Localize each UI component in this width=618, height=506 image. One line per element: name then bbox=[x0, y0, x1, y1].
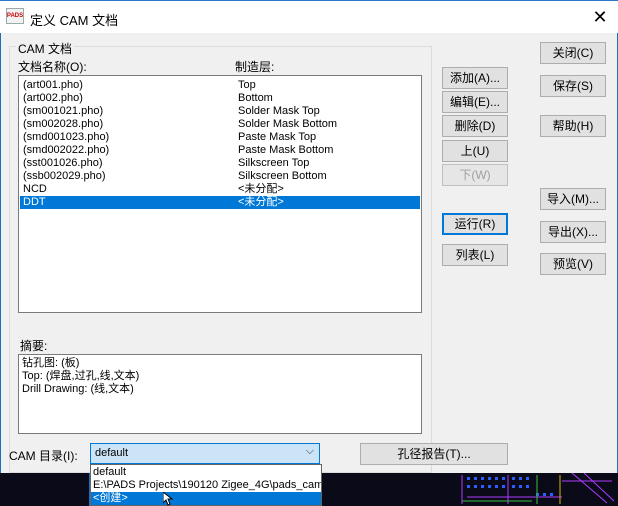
document-name: (smd002022.pho) bbox=[23, 144, 110, 156]
document-layer: Paste Mask Bottom bbox=[238, 144, 334, 156]
document-name-header: 文档名称(O): bbox=[18, 60, 87, 74]
document-layer: Solder Mask Bottom bbox=[238, 118, 338, 130]
list-item[interactable]: (sm002028.pho) Solder Mask Bottom bbox=[20, 118, 420, 131]
document-name: (smd001023.pho) bbox=[23, 131, 110, 143]
pcb-canvas-background bbox=[0, 473, 89, 506]
list-button[interactable]: 列表(L) bbox=[442, 244, 508, 266]
cam-directory-value: default bbox=[95, 447, 129, 459]
summary-label: 摘要: bbox=[20, 339, 48, 353]
document-name: (sst001026.pho) bbox=[23, 157, 103, 169]
document-name: (sm001021.pho) bbox=[23, 105, 104, 117]
cam-directory-select[interactable]: default ⌵ bbox=[90, 443, 320, 464]
document-layer: Bottom bbox=[238, 92, 273, 104]
drill-report-button[interactable]: 孔径报告(T)... bbox=[360, 443, 508, 465]
cam-documents-list[interactable]: (art001.pho) Top (art002.pho) Bottom (sm… bbox=[18, 75, 422, 313]
pcb-traces-graphic bbox=[322, 473, 618, 506]
pads-logo: PADS bbox=[6, 13, 24, 19]
chevron-down-icon[interactable]: ⌵ bbox=[306, 445, 314, 458]
close-icon[interactable]: ✕ bbox=[590, 7, 610, 27]
dropdown-option-highlighted[interactable]: <创建> bbox=[91, 492, 321, 505]
document-name: (sm002028.pho) bbox=[23, 118, 104, 130]
pads-app-icon: PADS bbox=[6, 8, 24, 24]
cam-documents-group-label: CAM 文档 bbox=[16, 40, 75, 57]
run-button[interactable]: 运行(R) bbox=[442, 213, 508, 235]
dialog-client-area: CAM 文档 文档名称(O): 制造层: (art001.pho) Top (a… bbox=[1, 33, 617, 473]
cam-directory-dropdown-list[interactable]: default E:\PADS Projects\190120 Zigee_4G… bbox=[90, 464, 322, 506]
summary-line: 钻孔图: (板) bbox=[22, 357, 80, 369]
document-layer: Top bbox=[238, 79, 256, 91]
export-button[interactable]: 导出(X)... bbox=[540, 221, 606, 243]
dropdown-option[interactable]: default bbox=[91, 466, 321, 479]
delete-button[interactable]: 删除(D) bbox=[442, 115, 508, 137]
edit-button[interactable]: 编辑(E)... bbox=[442, 91, 508, 113]
add-button[interactable]: 添加(A)... bbox=[442, 67, 508, 89]
document-layer: <未分配> bbox=[238, 183, 284, 195]
mouse-pointer-icon bbox=[163, 492, 174, 506]
import-button[interactable]: 导入(M)... bbox=[540, 188, 606, 210]
cam-directory-label: CAM 目录(I): bbox=[9, 449, 78, 463]
layer-header: 制造层: bbox=[235, 60, 275, 74]
document-name: DDT bbox=[23, 196, 46, 208]
list-item[interactable]: (art002.pho) Bottom bbox=[20, 92, 420, 105]
list-item-selected[interactable]: DDT <未分配> bbox=[20, 196, 420, 209]
list-item[interactable]: NCD <未分配> bbox=[20, 183, 420, 196]
document-name: (art001.pho) bbox=[23, 79, 83, 91]
move-up-button[interactable]: 上(U) bbox=[442, 140, 508, 162]
document-name: (art002.pho) bbox=[23, 92, 83, 104]
preview-button[interactable]: 预览(V) bbox=[540, 253, 606, 275]
pcb-canvas-background-right bbox=[322, 473, 618, 506]
document-name: (ssb002029.pho) bbox=[23, 170, 106, 182]
list-item[interactable]: (ssb002029.pho) Silkscreen Bottom bbox=[20, 170, 420, 183]
help-button[interactable]: 帮助(H) bbox=[540, 115, 606, 137]
document-layer: Silkscreen Bottom bbox=[238, 170, 327, 182]
dropdown-option[interactable]: E:\PADS Projects\190120 Zigee_4G\pads_ca… bbox=[91, 479, 321, 492]
summary-line: Drill Drawing: (线,文本) bbox=[22, 383, 134, 395]
list-item[interactable]: (sm001021.pho) Solder Mask Top bbox=[20, 105, 420, 118]
cam-dialog-window: PADS 定义 CAM 文档 ✕ CAM 文档 文档名称(O): 制造层: (a… bbox=[0, 0, 618, 506]
list-item[interactable]: (art001.pho) Top bbox=[20, 79, 420, 92]
close-button[interactable]: 关闭(C) bbox=[540, 42, 606, 64]
document-name: NCD bbox=[23, 183, 47, 195]
title-bar[interactable]: PADS 定义 CAM 文档 ✕ bbox=[0, 0, 618, 33]
list-item[interactable]: (smd001023.pho) Paste Mask Top bbox=[20, 131, 420, 144]
summary-line: Top: (焊盘,过孔,线,文本) bbox=[22, 370, 140, 382]
document-layer: <未分配> bbox=[238, 196, 284, 208]
save-button[interactable]: 保存(S) bbox=[540, 75, 606, 97]
document-layer: Silkscreen Top bbox=[238, 157, 310, 169]
move-down-button: 下(W) bbox=[442, 164, 508, 186]
list-item[interactable]: (sst001026.pho) Silkscreen Top bbox=[20, 157, 420, 170]
document-layer: Solder Mask Top bbox=[238, 105, 320, 117]
document-layer: Paste Mask Top bbox=[238, 131, 317, 143]
summary-box: 钻孔图: (板) Top: (焊盘,过孔,线,文本) Drill Drawing… bbox=[18, 354, 422, 434]
list-item[interactable]: (smd002022.pho) Paste Mask Bottom bbox=[20, 144, 420, 157]
window-title: 定义 CAM 文档 bbox=[30, 13, 119, 28]
